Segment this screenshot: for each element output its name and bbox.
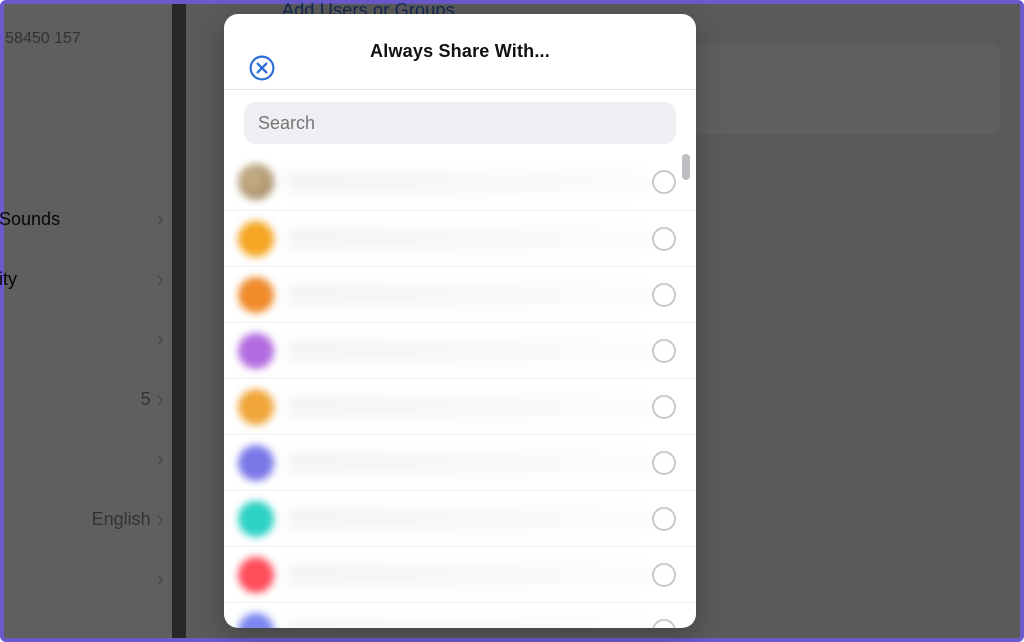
select-radio[interactable] (652, 283, 676, 307)
contact-row[interactable] (224, 378, 696, 434)
avatar (238, 389, 274, 425)
avatar (238, 445, 274, 481)
avatar (238, 333, 274, 369)
select-radio[interactable] (652, 451, 676, 475)
select-radio[interactable] (652, 507, 676, 531)
contact-name-blurred (286, 286, 652, 304)
avatar (238, 557, 274, 593)
contact-row[interactable] (224, 210, 696, 266)
search-input[interactable] (244, 102, 676, 144)
contact-name-blurred (286, 454, 652, 472)
contact-row[interactable] (224, 490, 696, 546)
close-icon (249, 55, 275, 81)
avatar (238, 613, 274, 629)
contact-row[interactable] (224, 546, 696, 602)
select-radio[interactable] (652, 395, 676, 419)
contact-name-blurred (286, 398, 652, 416)
select-radio[interactable] (652, 563, 676, 587)
avatar (238, 501, 274, 537)
contact-row[interactable] (224, 602, 696, 628)
contact-name-blurred (286, 230, 652, 248)
contact-name-blurred (286, 622, 652, 629)
contact-name-blurred (286, 173, 652, 191)
contact-row[interactable] (224, 154, 696, 210)
select-radio[interactable] (652, 619, 676, 629)
modal-header: Always Share With... (224, 14, 696, 90)
contact-row[interactable] (224, 266, 696, 322)
contact-name-blurred (286, 566, 652, 584)
contact-row[interactable] (224, 322, 696, 378)
avatar (238, 277, 274, 313)
avatar (238, 221, 274, 257)
select-radio[interactable] (652, 339, 676, 363)
search-wrap (224, 90, 696, 154)
avatar (238, 164, 274, 200)
select-radio[interactable] (652, 227, 676, 251)
app-frame: 299 58450 157 nd Sounds › curity › ge › … (0, 0, 1024, 642)
contact-row[interactable] (224, 434, 696, 490)
close-button[interactable] (248, 54, 276, 82)
contacts-list[interactable] (224, 154, 696, 628)
contact-name-blurred (286, 510, 652, 528)
select-radio[interactable] (652, 170, 676, 194)
modal-title: Always Share With... (370, 41, 550, 62)
always-share-modal: Always Share With... (224, 14, 696, 628)
contact-name-blurred (286, 342, 652, 360)
